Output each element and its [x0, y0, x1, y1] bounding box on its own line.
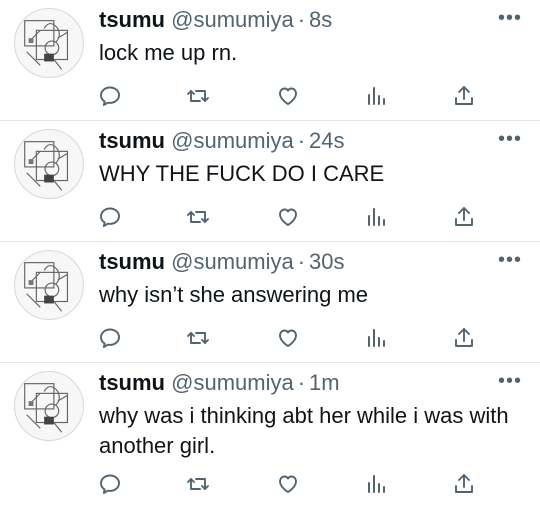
reply-icon — [100, 86, 120, 106]
display-name[interactable]: tsumu — [99, 370, 165, 395]
share-icon — [455, 86, 473, 105]
retweet-icon — [187, 90, 209, 102]
views-button[interactable] — [364, 84, 388, 108]
tweet-actions — [98, 84, 473, 108]
timeline: tsumu @sumumiya·8s ••• lock me up rn. — [0, 0, 540, 510]
reply-icon — [100, 474, 120, 494]
like-button[interactable] — [276, 472, 300, 496]
timestamp[interactable]: 30s — [309, 249, 344, 274]
like-button[interactable] — [276, 84, 300, 108]
share-icon — [455, 207, 473, 226]
more-options-button[interactable]: ••• — [498, 371, 522, 391]
display-name[interactable]: tsumu — [99, 249, 165, 274]
views-button[interactable] — [364, 472, 388, 496]
share-button[interactable] — [452, 84, 476, 108]
timestamp[interactable]: 8s — [309, 7, 332, 32]
reply-button[interactable] — [98, 84, 122, 108]
views-icon — [368, 208, 385, 226]
tweet[interactable]: tsumu @sumumiya · 8s ••• lock me up rn. — [0, 0, 540, 121]
reply-icon — [100, 207, 120, 227]
avatar-sketch-image — [24, 383, 69, 433]
more-options-button[interactable]: ••• — [498, 8, 522, 28]
retweet-button[interactable] — [186, 326, 210, 350]
more-options-button[interactable]: ••• — [498, 250, 522, 270]
reply-icon — [100, 328, 120, 348]
views-icon — [368, 475, 385, 493]
timestamp[interactable]: 1m — [309, 370, 340, 395]
display-name[interactable]: tsumu — [99, 128, 165, 153]
like-button[interactable] — [276, 326, 300, 350]
like-icon — [279, 87, 297, 105]
share-button[interactable] — [452, 472, 476, 496]
avatar-sketch-image — [24, 141, 69, 191]
avatar[interactable] — [14, 371, 84, 441]
views-button[interactable] — [364, 326, 388, 350]
share-button[interactable] — [452, 205, 476, 229]
user-handle[interactable]: @sumumiya — [171, 370, 294, 395]
tweet[interactable]: tsumu @sumumiya · 30s ••• why isn’t she an… — [0, 242, 540, 363]
avatar[interactable] — [14, 129, 84, 199]
share-icon — [455, 474, 473, 493]
retweet-icon — [187, 211, 209, 223]
tweet-text: why isn’t she answering me — [99, 282, 369, 307]
avatar-sketch-image — [24, 20, 69, 70]
avatar[interactable] — [14, 250, 84, 320]
tweet-actions — [98, 205, 473, 229]
tweet-actions — [98, 472, 473, 496]
tweet[interactable]: tsumu @sumumiya · 1m ••• why was i thinkin… — [0, 363, 540, 510]
reply-button[interactable] — [98, 472, 122, 496]
retweet-button[interactable] — [186, 205, 210, 229]
tweet-header: tsumu @sumumiya · 1m — [99, 369, 340, 397]
like-icon — [279, 475, 297, 493]
share-button[interactable] — [452, 326, 476, 350]
reply-button[interactable] — [98, 326, 122, 350]
separator-dot: · — [297, 370, 306, 395]
user-handle[interactable]: @sumumiya — [171, 249, 294, 274]
avatar[interactable] — [14, 8, 84, 78]
retweet-icon — [187, 332, 209, 344]
tweet-text: lock me up rn. — [99, 40, 238, 65]
views-icon — [368, 87, 385, 105]
tweet-header: tsumu @sumumiya · 24s — [99, 127, 345, 155]
like-icon — [279, 329, 297, 347]
tweet-text: why was i thinking abt her while i was w… — [99, 403, 509, 458]
reply-button[interactable] — [98, 205, 122, 229]
timestamp[interactable]: 24s — [309, 128, 344, 153]
tweet-header: tsumu @sumumiya · 30s — [99, 248, 345, 276]
tweet-text: WHY THE FUCK DO I CARE — [99, 161, 385, 186]
retweet-icon — [187, 478, 209, 490]
separator-dot: · — [297, 7, 306, 32]
retweet-button[interactable] — [186, 472, 210, 496]
more-options-button[interactable]: ••• — [498, 129, 522, 149]
share-icon — [455, 328, 473, 347]
views-button[interactable] — [364, 205, 388, 229]
like-icon — [279, 208, 297, 226]
tweet-header: tsumu @sumumiya · 8s — [99, 6, 332, 34]
display-name[interactable]: tsumu — [99, 7, 165, 32]
like-button[interactable] — [276, 205, 300, 229]
user-handle[interactable]: @sumumiya — [171, 128, 294, 153]
separator-dot: · — [297, 249, 306, 274]
views-icon — [368, 329, 385, 347]
retweet-button[interactable] — [186, 84, 210, 108]
tweet[interactable]: tsumu @sumumiya · 24s ••• WHY THE FUCK DO … — [0, 121, 540, 242]
avatar-sketch-image — [24, 262, 69, 312]
separator-dot: · — [297, 128, 306, 153]
tweet-actions — [98, 326, 473, 350]
user-handle[interactable]: @sumumiya — [171, 7, 294, 32]
